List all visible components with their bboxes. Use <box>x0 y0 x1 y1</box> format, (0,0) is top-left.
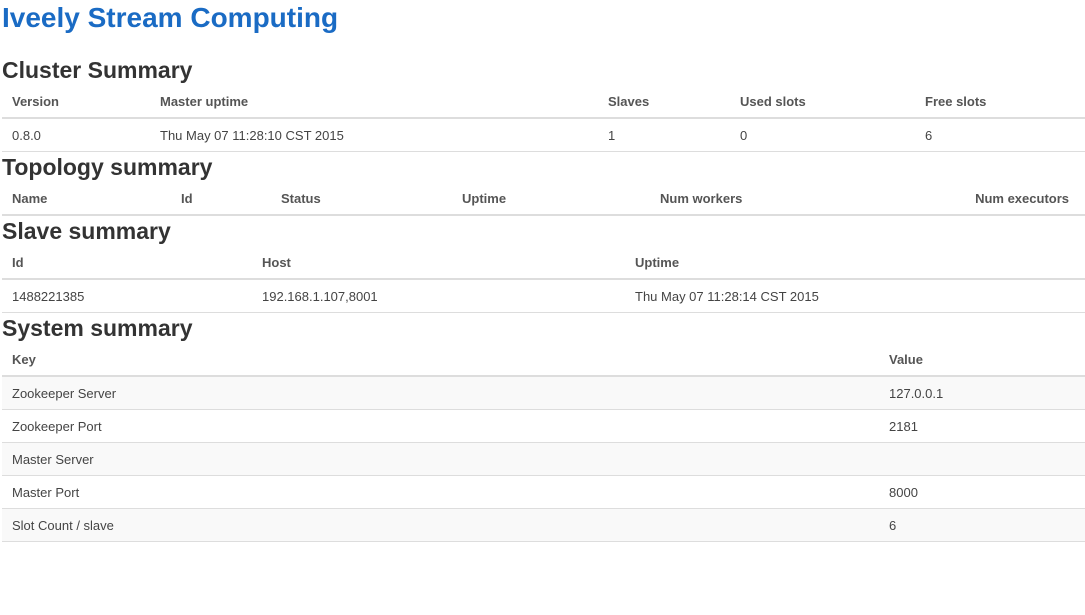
slave-summary-table: Id Host Uptime 1488221385 192.168.1.107,… <box>2 246 1085 313</box>
table-row: 0.8.0 Thu May 07 11:28:10 CST 2015 1 0 6 <box>2 118 1085 152</box>
cell-value <box>879 442 1085 476</box>
column-header-uptime[interactable]: Uptime <box>452 182 650 216</box>
topology-summary-table: Name Id Status Uptime Num workers Num ex… <box>2 182 1085 216</box>
table-row: 1488221385 192.168.1.107,8001 Thu May 07… <box>2 279 1085 313</box>
cell-key: Zookeeper Server <box>2 376 879 410</box>
table-row: Slot Count / slave 6 <box>2 508 1085 542</box>
cell-free-slots: 6 <box>915 118 1085 152</box>
column-header-num-executors[interactable]: Num executors <box>870 182 1085 216</box>
column-header-num-workers[interactable]: Num workers <box>650 182 870 216</box>
cell-value: 8000 <box>879 475 1085 509</box>
cell-slaves: 1 <box>598 118 730 152</box>
app-title: Iveely Stream Computing <box>2 2 339 33</box>
table-header-row: Id Host Uptime <box>2 246 1085 280</box>
table-header-row: Version Master uptime Slaves Used slots … <box>2 85 1085 119</box>
cell-slave-host: 192.168.1.107,8001 <box>252 279 625 313</box>
table-row: Master Server <box>2 442 1085 476</box>
cell-slave-uptime: Thu May 07 11:28:14 CST 2015 <box>625 279 1085 313</box>
cell-key: Zookeeper Port <box>2 409 879 443</box>
table-row: Master Port 8000 <box>2 475 1085 509</box>
system-summary-title: System summary <box>2 315 193 341</box>
column-header-used-slots[interactable]: Used slots <box>730 85 915 119</box>
table-row: Zookeeper Port 2181 <box>2 409 1085 443</box>
cell-key: Master Server <box>2 442 879 476</box>
page: Iveely Stream Computing Cluster Summary … <box>2 0 1085 542</box>
cell-master-uptime: Thu May 07 11:28:10 CST 2015 <box>150 118 598 152</box>
cell-slave-id: 1488221385 <box>2 279 252 313</box>
table-header-row: Name Id Status Uptime Num workers Num ex… <box>2 182 1085 216</box>
cell-key: Master Port <box>2 475 879 509</box>
cluster-summary-table: Version Master uptime Slaves Used slots … <box>2 85 1085 152</box>
column-header-free-slots[interactable]: Free slots <box>915 85 1085 119</box>
column-header-id[interactable]: Id <box>2 246 252 280</box>
cell-value: 2181 <box>879 409 1085 443</box>
column-header-name[interactable]: Name <box>2 182 171 216</box>
cell-used-slots: 0 <box>730 118 915 152</box>
column-header-key[interactable]: Key <box>2 343 879 377</box>
column-header-id[interactable]: Id <box>171 182 271 216</box>
column-header-version[interactable]: Version <box>2 85 150 119</box>
column-header-slaves[interactable]: Slaves <box>598 85 730 119</box>
slave-summary-title: Slave summary <box>2 218 171 244</box>
column-header-host[interactable]: Host <box>252 246 625 280</box>
column-header-uptime[interactable]: Uptime <box>625 246 1085 280</box>
cell-value: 127.0.0.1 <box>879 376 1085 410</box>
table-row: Zookeeper Server 127.0.0.1 <box>2 376 1085 410</box>
cluster-summary-title: Cluster Summary <box>2 57 193 83</box>
system-summary-table: Key Value Zookeeper Server 127.0.0.1 Zoo… <box>2 343 1085 542</box>
topology-summary-title: Topology summary <box>2 154 213 180</box>
cell-key: Slot Count / slave <box>2 508 879 542</box>
cell-value: 6 <box>879 508 1085 542</box>
table-header-row: Key Value <box>2 343 1085 377</box>
cell-version: 0.8.0 <box>2 118 150 152</box>
column-header-value[interactable]: Value <box>879 343 1085 377</box>
column-header-status[interactable]: Status <box>271 182 452 216</box>
column-header-master-uptime[interactable]: Master uptime <box>150 85 598 119</box>
